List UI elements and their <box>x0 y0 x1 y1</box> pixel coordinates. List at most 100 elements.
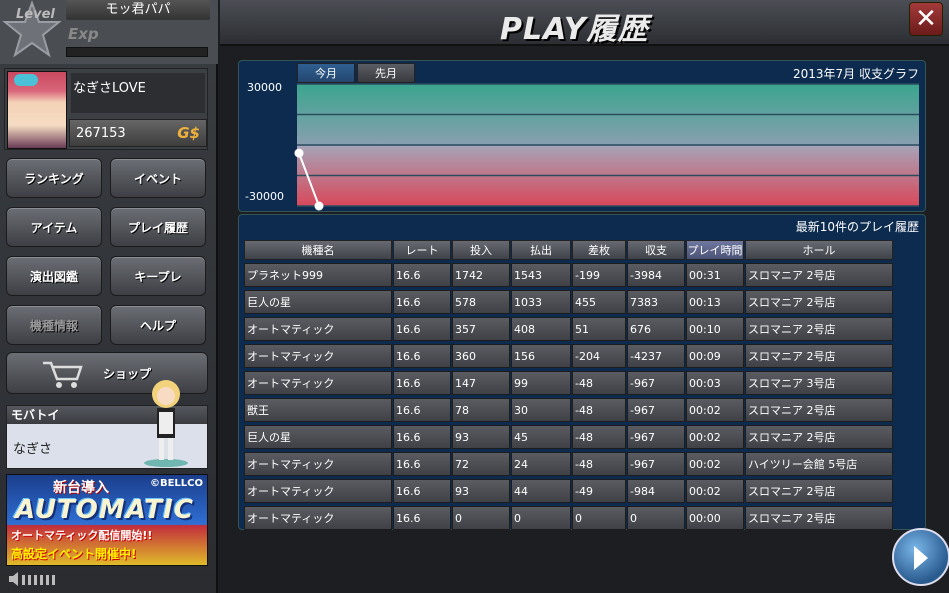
col-rate: レート <box>393 240 451 260</box>
tab-this-month[interactable]: 今月 <box>297 63 355 83</box>
table-row[interactable]: オートマティック 16.6 0 0 0 0 00:00 スロマニア 2号店 <box>244 506 893 530</box>
cell-in: 578 <box>452 290 510 314</box>
cell-in: 1742 <box>452 263 510 287</box>
play-history-button[interactable]: プレイ履歴 <box>110 207 206 247</box>
banner-copyright: ©BELLCO <box>149 478 203 489</box>
cell-out: 44 <box>511 479 571 503</box>
cell-diff: -48 <box>572 452 626 476</box>
cell-balance: -3984 <box>627 263 685 287</box>
profile-card: なぎさLOVE 267153 G$ <box>4 68 208 150</box>
cell-out: 45 <box>511 425 571 449</box>
cell-balance: -967 <box>627 425 685 449</box>
effect-catalog-button[interactable]: 演出図鑑 <box>6 256 102 296</box>
col-play-time[interactable]: プレイ時間 <box>686 240 744 260</box>
cell-diff: -49 <box>572 479 626 503</box>
cell-balance: -967 <box>627 452 685 476</box>
cell-hall: スロマニア 2号店 <box>745 398 893 422</box>
cell-diff: -48 <box>572 371 626 395</box>
ranking-button[interactable]: ランキング <box>6 158 102 198</box>
cell-rate: 16.6 <box>393 290 451 314</box>
cell-out: 1033 <box>511 290 571 314</box>
cell-play-time: 00:03 <box>686 371 744 395</box>
table-row[interactable]: 獣王 16.6 78 30 -48 -967 00:02 スロマニア 2号店 <box>244 398 893 422</box>
coin-value: 267153 <box>76 126 126 141</box>
avatar[interactable] <box>7 71 67 149</box>
table-row[interactable]: オートマティック 16.6 360 156 -204 -4237 00:09 スロマニア 2号… <box>244 344 893 368</box>
cell-out: 1543 <box>511 263 571 287</box>
cell-out: 156 <box>511 344 571 368</box>
cell-out: 24 <box>511 452 571 476</box>
cell-in: 93 <box>452 425 510 449</box>
close-button[interactable]: ✕ <box>909 2 943 36</box>
history-title: 最新10件のプレイ履歴 <box>795 220 919 234</box>
cell-play-time: 00:00 <box>686 506 744 530</box>
cell-hall: スロマニア 2号店 <box>745 425 893 449</box>
cell-machine: プラネット999 <box>244 263 392 287</box>
table-row[interactable]: オートマティック 16.6 147 99 -48 -967 00:03 スロマニア 3号店 <box>244 371 893 395</box>
cell-in: 78 <box>452 398 510 422</box>
help-button[interactable]: ヘルプ <box>110 305 206 345</box>
table-row[interactable]: プラネット999 16.6 1742 1543 -199 -3984 00:31 スロマニア … <box>244 263 893 287</box>
banner-new-label: 新台導入 <box>53 480 109 496</box>
table-row[interactable]: 巨人の星 16.6 93 45 -48 -967 00:02 スロマニア 2号店 <box>244 425 893 449</box>
next-arrow-button[interactable] <box>892 528 949 586</box>
tab-last-month[interactable]: 先月 <box>357 63 415 83</box>
cell-machine: オートマティック <box>244 479 392 503</box>
machine-info-button[interactable]: 機種情報 <box>6 305 102 345</box>
table-row[interactable]: オートマティック 16.6 357 408 51 676 00:10 スロマニア 2号店 <box>244 317 893 341</box>
level-label: Level <box>16 7 55 22</box>
table-row[interactable]: 巨人の星 16.6 578 1033 455 7383 00:13 スロマニア 2号店 <box>244 290 893 314</box>
player-name: モッ君パパ <box>66 0 210 20</box>
event-button[interactable]: イベント <box>110 158 206 198</box>
exp-bar <box>66 47 208 57</box>
cell-rate: 16.6 <box>393 371 451 395</box>
cell-diff: -199 <box>572 263 626 287</box>
cell-play-time: 00:02 <box>686 398 744 422</box>
cell-diff: -48 <box>572 425 626 449</box>
level-panel: Level モッ君パパ Exp <box>0 0 218 64</box>
cell-rate: 16.6 <box>393 263 451 287</box>
shopping-cart-icon <box>43 361 83 388</box>
cell-rate: 16.6 <box>393 425 451 449</box>
cell-machine: オートマティック <box>244 506 392 530</box>
cell-machine: 巨人の星 <box>244 290 392 314</box>
cell-balance: 7383 <box>627 290 685 314</box>
balance-chart <box>294 83 919 211</box>
cell-rate: 16.6 <box>393 398 451 422</box>
table-row[interactable]: オートマティック 16.6 93 44 -49 -984 00:02 スロマニア 2号店 <box>244 479 893 503</box>
exp-label: Exp <box>68 25 99 43</box>
cell-in: 147 <box>452 371 510 395</box>
col-out: 払出 <box>511 240 571 260</box>
col-balance: 収支 <box>627 240 685 260</box>
cell-diff: -204 <box>572 344 626 368</box>
cell-balance: -967 <box>627 398 685 422</box>
cell-machine: オートマティック <box>244 317 392 341</box>
cell-diff: 0 <box>572 506 626 530</box>
automatic-banner[interactable]: 新台導入 ©BELLCO AUTOMATIC オートマティック配信開始!! 高設… <box>6 474 208 566</box>
cell-hall: スロマニア 2号店 <box>745 317 893 341</box>
cell-out: 30 <box>511 398 571 422</box>
coin-balance: 267153 G$ <box>69 119 207 147</box>
cell-diff: 455 <box>572 290 626 314</box>
data-point <box>314 201 324 211</box>
cell-hall: スロマニア 2号店 <box>745 479 893 503</box>
maid-figure-icon <box>144 380 188 467</box>
cell-out: 99 <box>511 371 571 395</box>
cell-rate: 16.6 <box>393 317 451 341</box>
cell-hall: スロマニア 2号店 <box>745 290 893 314</box>
balance-graph-panel: 今月 先月 2013年7月 収支グラフ 30000 -30000 <box>238 60 926 212</box>
col-hall: ホール <box>745 240 893 260</box>
cell-hall: スロマニア 3号店 <box>745 371 893 395</box>
cell-in: 0 <box>452 506 510 530</box>
keyplay-button[interactable]: キープレ <box>110 256 206 296</box>
item-button[interactable]: アイテム <box>6 207 102 247</box>
cell-rate: 16.6 <box>393 452 451 476</box>
cell-balance: -967 <box>627 371 685 395</box>
table-row[interactable]: オートマティック 16.6 72 24 -48 -967 00:02 ハイツリー会館 5号店 <box>244 452 893 476</box>
cell-machine: オートマティック <box>244 452 392 476</box>
main-content: PLAY履歴 ✕ 今月 先月 2013年7月 収支グラフ 30000 -3000… <box>220 0 949 593</box>
play-arrow-icon <box>914 546 928 570</box>
volume-icon[interactable] <box>8 571 58 587</box>
cell-rate: 16.6 <box>393 506 451 530</box>
page-title: PLAY履歴 <box>500 12 649 47</box>
